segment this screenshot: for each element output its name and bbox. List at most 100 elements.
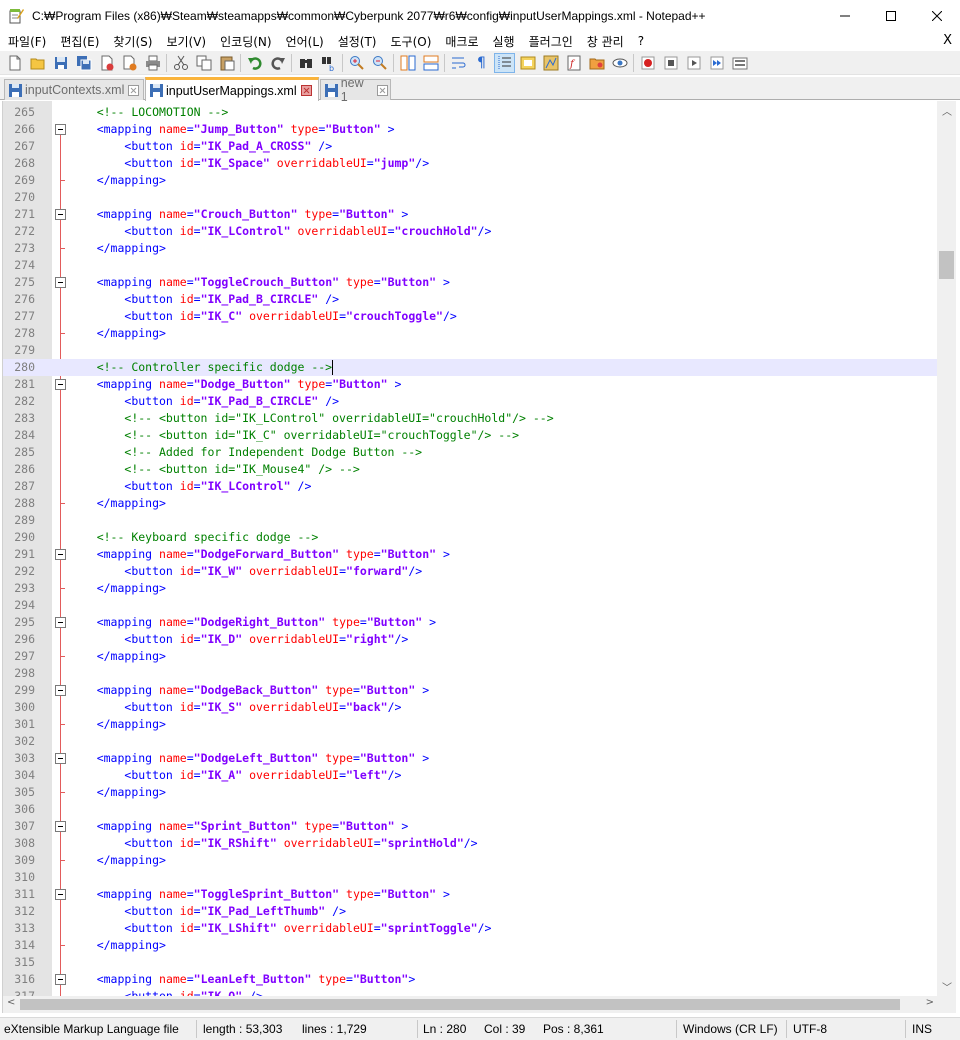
code-line[interactable]: 273 </mapping> <box>3 240 938 257</box>
tab-close-icon[interactable] <box>377 84 388 96</box>
close-document-button[interactable]: X <box>943 33 952 48</box>
horizontal-scrollbar[interactable]: < > <box>3 996 938 1013</box>
menu-edit[interactable]: 편집(E) <box>52 33 105 50</box>
stop-macro-icon[interactable] <box>660 53 681 73</box>
code-line[interactable]: 270 <box>3 189 938 206</box>
folder-workspace-icon[interactable] <box>586 53 607 73</box>
code-line[interactable]: 300 <button id="IK_S" overridableUI="bac… <box>3 699 938 716</box>
scroll-up-icon[interactable]: ︿ <box>942 103 952 118</box>
code-line[interactable]: 311 <mapping name="ToggleSprint_Button" … <box>3 886 938 903</box>
menu-tools[interactable]: 도구(O) <box>383 33 438 50</box>
code-line[interactable]: 315 <box>3 954 938 971</box>
code-line[interactable]: 312 <button id="IK_Pad_LeftThumb" /> <box>3 903 938 920</box>
code-line[interactable]: 308 <button id="IK_RShift" overridableUI… <box>3 835 938 852</box>
menu-encoding[interactable]: 인코딩(N) <box>212 33 277 50</box>
save-icon[interactable] <box>50 53 71 73</box>
code-line[interactable]: 268 <button id="IK_Space" overridableUI=… <box>3 155 938 172</box>
code-line[interactable]: 285 <!-- Added for Independent Dodge But… <box>3 444 938 461</box>
code-line[interactable]: 293 </mapping> <box>3 580 938 597</box>
code-line[interactable]: 299 <mapping name="DodgeBack_Button" typ… <box>3 682 938 699</box>
scroll-down-icon[interactable]: ﹀ <box>942 979 952 994</box>
code-line[interactable]: 283 <!-- <button id="IK_LControl" overri… <box>3 410 938 427</box>
redo-icon[interactable] <box>267 53 288 73</box>
replace-icon[interactable]: b <box>318 53 339 73</box>
print-icon[interactable] <box>142 53 163 73</box>
code-line[interactable]: 309 </mapping> <box>3 852 938 869</box>
code-line[interactable]: 307 <mapping name="Sprint_Button" type="… <box>3 818 938 835</box>
code-line[interactable]: 278 </mapping> <box>3 325 938 342</box>
new-file-icon[interactable] <box>4 53 25 73</box>
code-line[interactable]: 277 <button id="IK_C" overridableUI="cro… <box>3 308 938 325</box>
indent-guide-icon[interactable] <box>494 52 515 73</box>
code-line[interactable]: 282 <button id="IK_Pad_B_CIRCLE" /> <box>3 393 938 410</box>
copy-icon[interactable] <box>193 53 214 73</box>
menu-file[interactable]: 파일(F) <box>0 33 52 50</box>
code-line[interactable]: 314 </mapping> <box>3 937 938 954</box>
code-line[interactable]: 288 </mapping> <box>3 495 938 512</box>
sync-vertical-icon[interactable] <box>397 53 418 73</box>
tab-close-icon[interactable] <box>300 85 312 96</box>
menu-help[interactable]: ? <box>630 34 650 48</box>
code-lines[interactable]: 265 <!-- LOCOMOTION --> 266 <mapping name… <box>3 104 938 1005</box>
code-line[interactable]: 280 <!-- Controller specific dodge --> <box>3 359 938 376</box>
code-line[interactable]: 266 <mapping name="Jump_Button" type="Bu… <box>3 121 938 138</box>
code-line[interactable]: 289 <box>3 512 938 529</box>
find-icon[interactable] <box>295 53 316 73</box>
code-line[interactable]: 276 <button id="IK_Pad_B_CIRCLE" /> <box>3 291 938 308</box>
save-macro-icon[interactable] <box>729 53 750 73</box>
code-line[interactable]: 304 <button id="IK_A" overridableUI="lef… <box>3 767 938 784</box>
doc-map-icon[interactable] <box>540 53 561 73</box>
open-file-icon[interactable] <box>27 53 48 73</box>
code-line[interactable]: 305 </mapping> <box>3 784 938 801</box>
sync-horizontal-icon[interactable] <box>420 53 441 73</box>
record-macro-icon[interactable] <box>637 53 658 73</box>
code-line[interactable]: 316 <mapping name="LeanLeft_Button" type… <box>3 971 938 988</box>
zoom-out-icon[interactable] <box>369 53 390 73</box>
code-line[interactable]: 271 <mapping name="Crouch_Button" type="… <box>3 206 938 223</box>
code-line[interactable]: 286 <!-- <button id="IK_Mouse4" /> --> <box>3 461 938 478</box>
tab-inputusermappings[interactable]: inputUserMappings.xml <box>145 77 319 101</box>
code-line[interactable]: 301 </mapping> <box>3 716 938 733</box>
close-window-button[interactable] <box>914 0 960 31</box>
word-wrap-icon[interactable] <box>448 53 469 73</box>
code-line[interactable]: 291 <mapping name="DodgeForward_Button" … <box>3 546 938 563</box>
code-line[interactable]: 287 <button id="IK_LControl" /> <box>3 478 938 495</box>
code-line[interactable]: 295 <mapping name="DodgeRight_Button" ty… <box>3 614 938 631</box>
function-list-icon[interactable]: f <box>563 53 584 73</box>
code-line[interactable]: 306 <box>3 801 938 818</box>
code-line[interactable]: 267 <button id="IK_Pad_A_CROSS" /> <box>3 138 938 155</box>
code-line[interactable]: 298 <box>3 665 938 682</box>
code-line[interactable]: 269 </mapping> <box>3 172 938 189</box>
editor[interactable]: 265 <!-- LOCOMOTION --> 266 <mapping name… <box>2 101 956 1013</box>
play-macro-icon[interactable] <box>683 53 704 73</box>
menu-macro[interactable]: 매크로 <box>437 33 484 50</box>
scroll-right-icon[interactable]: > <box>926 997 934 1008</box>
tab-new-1[interactable]: new 1 <box>320 76 391 104</box>
vertical-scrollbar[interactable]: ︿ ﹀ <box>937 101 956 996</box>
menu-view[interactable]: 보기(V) <box>158 33 212 50</box>
code-line[interactable]: 275 <mapping name="ToggleCrouch_Button" … <box>3 274 938 291</box>
close-all-icon[interactable] <box>119 53 140 73</box>
show-all-chars-icon[interactable]: ¶ <box>471 53 492 73</box>
code-line[interactable]: 294 <box>3 597 938 614</box>
maximize-button[interactable] <box>868 0 914 31</box>
horizontal-scroll-thumb[interactable] <box>20 999 900 1010</box>
close-file-icon[interactable] <box>96 53 117 73</box>
tab-close-icon[interactable] <box>128 84 140 96</box>
menu-run[interactable]: 실행 <box>485 33 521 50</box>
menu-plugins[interactable]: 플러그인 <box>521 33 579 50</box>
cut-icon[interactable] <box>170 53 191 73</box>
code-line[interactable]: 279 <box>3 342 938 359</box>
zoom-in-icon[interactable] <box>346 53 367 73</box>
code-line[interactable]: 310 <box>3 869 938 886</box>
vertical-scroll-thumb[interactable] <box>939 251 954 279</box>
menu-search[interactable]: 찾기(S) <box>105 33 158 50</box>
menu-language[interactable]: 언어(L) <box>278 33 330 50</box>
menu-window[interactable]: 창 관리 <box>579 33 630 50</box>
code-line[interactable]: 284 <!-- <button id="IK_C" overridableUI… <box>3 427 938 444</box>
scroll-left-icon[interactable]: < <box>7 997 15 1008</box>
code-line[interactable]: 290 <!-- Keyboard specific dodge --> <box>3 529 938 546</box>
code-line[interactable]: 302 <box>3 733 938 750</box>
code-line[interactable]: 265 <!-- LOCOMOTION --> <box>3 104 938 121</box>
udl-icon[interactable] <box>517 53 538 73</box>
